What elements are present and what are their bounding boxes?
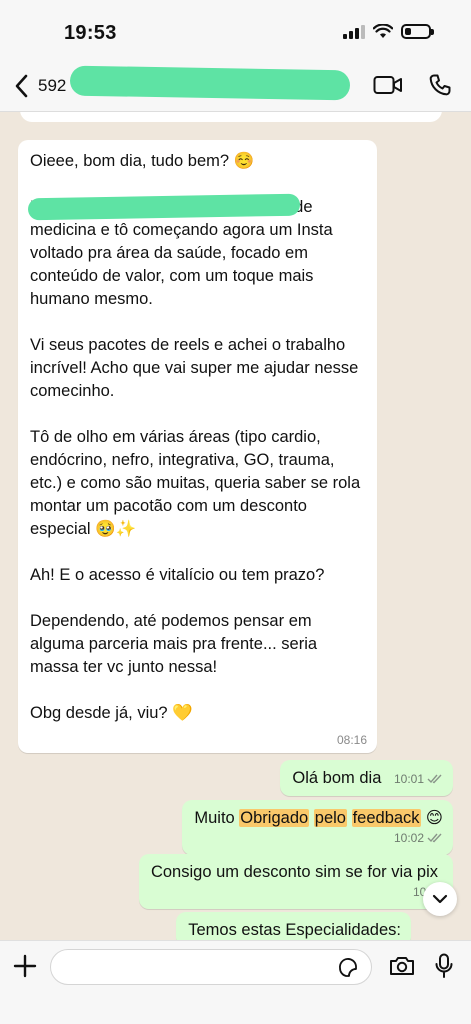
incoming-message-bubble[interactable]: Oieee, bom dia, tudo bem? ☺️ Me chamo (r… [18, 140, 377, 753]
message-text: Consigo um desconto sim se for via pix [150, 863, 439, 881]
previous-message-bubble [20, 112, 442, 122]
wifi-icon [373, 24, 393, 38]
status-time: 19:53 [64, 22, 117, 44]
message-meta: 10:02 [194, 827, 443, 849]
message-meta: 10:02 [151, 881, 443, 903]
message-time: 10:02 [393, 831, 424, 845]
contact-name[interactable]: 592 [38, 76, 66, 96]
status-bar: 19:53 [0, 0, 471, 62]
video-call-icon[interactable] [373, 74, 403, 96]
message-time: 10:01 [393, 772, 424, 786]
outgoing-message-bubble[interactable]: Temos estas Especialidades: [176, 912, 411, 940]
outgoing-message-bubble[interactable]: Muito Obrigado pelo feedback 😊 10:02 [182, 800, 453, 855]
message-text: Temos estas Especialidades: [188, 921, 401, 939]
scroll-down-button[interactable] [423, 882, 457, 916]
message-time: 08:16 [336, 733, 367, 747]
message-paragraph: Ah! E o acesso é vitalício ou tem prazo? [30, 566, 325, 584]
double-check-icon [427, 774, 442, 784]
message-meta: 10:01 [394, 768, 443, 790]
battery-icon [401, 24, 434, 39]
message-text: Olá bom dia [292, 769, 382, 787]
chat-area[interactable]: Oieee, bom dia, tudo bem? ☺️ Me chamo (r… [0, 112, 471, 940]
mic-icon[interactable] [434, 953, 454, 979]
chevron-left-icon[interactable] [10, 72, 34, 100]
redaction-mark [69, 65, 351, 101]
plus-icon[interactable] [12, 953, 38, 979]
message-input-bar [0, 940, 471, 1024]
header-actions [373, 74, 451, 96]
message-paragraph: Obg desde já, viu? 💛 [30, 704, 193, 722]
chevron-down-icon [432, 894, 448, 904]
message-paragraph: Dependendo, até podemos pensar em alguma… [30, 612, 318, 676]
message-paragraph: Oieee, bom dia, tudo bem? ☺️ [30, 152, 255, 170]
message-input[interactable] [50, 949, 372, 985]
signal-icon [343, 24, 365, 39]
phone-icon[interactable] [429, 74, 451, 96]
outgoing-message-bubble[interactable]: Consigo um desconto sim se for via pix 1… [138, 854, 453, 909]
outgoing-message-bubble[interactable]: Olá bom dia 10:01 [280, 760, 453, 796]
message-paragraph: Tô de olho em várias áreas (tipo cardio,… [30, 428, 361, 538]
chat-header: 592 [0, 62, 471, 112]
double-check-icon [427, 833, 442, 843]
sticker-icon[interactable] [337, 957, 359, 979]
camera-icon[interactable] [389, 955, 415, 977]
message-text: Muito Obrigado pelo feedback 😊 [194, 808, 443, 827]
status-icons [343, 24, 434, 39]
message-paragraph: Vi seus pacotes de reels e achei o traba… [30, 336, 359, 400]
